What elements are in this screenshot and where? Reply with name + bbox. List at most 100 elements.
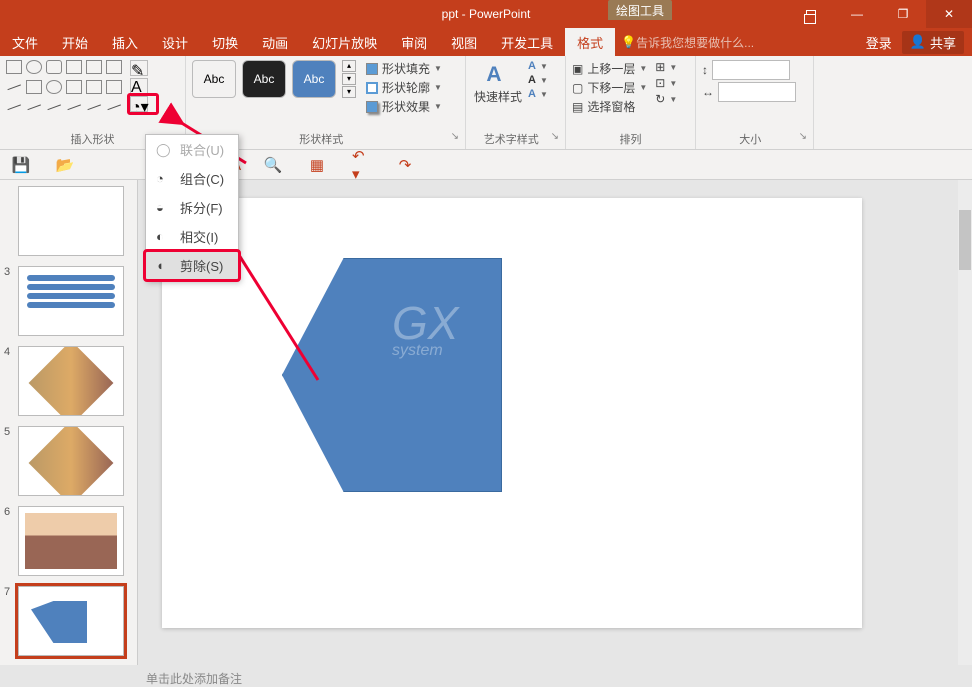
shape-gallery[interactable] xyxy=(6,60,124,118)
slide-thumb-6[interactable] xyxy=(18,506,124,576)
tab-animation[interactable]: 动画 xyxy=(250,28,300,56)
text-fill-button[interactable]: A▼ xyxy=(528,60,548,72)
shape-connector1-icon[interactable] xyxy=(5,98,21,110)
slide-thumb-7[interactable] xyxy=(18,586,124,656)
slide-thumbnail-panel[interactable]: 3 4 5 6 7 xyxy=(0,180,138,665)
shape-outline-label: 形状轮廓 xyxy=(382,79,430,96)
ribbon-options-button[interactable] xyxy=(788,0,834,28)
save-button[interactable]: 💾 xyxy=(12,156,30,174)
tell-me-search[interactable]: 💡 告诉我您想要做什么... xyxy=(621,34,754,51)
style-scroll-down[interactable]: ▾ xyxy=(342,73,356,85)
share-button[interactable]: 👤 共享 xyxy=(902,31,964,54)
thumb-number: 6 xyxy=(4,506,14,576)
tab-review[interactable]: 审阅 xyxy=(389,28,439,56)
shape-circle-icon[interactable] xyxy=(46,80,62,94)
tab-slideshow[interactable]: 幻灯片放映 xyxy=(300,28,389,56)
shape-outline-button[interactable]: 形状轮廓▼ xyxy=(366,79,442,96)
textbox-button[interactable]: A xyxy=(130,78,148,94)
shape-arrow-icon[interactable] xyxy=(66,80,82,94)
menu-combine[interactable]: ◔组合(C) xyxy=(146,164,238,193)
pentagon-shape[interactable] xyxy=(282,258,502,492)
tab-format[interactable]: 格式 xyxy=(565,28,615,56)
shape-rectangle-icon[interactable] xyxy=(6,60,22,74)
vertical-scrollbar[interactable] xyxy=(958,180,972,665)
rotate-button[interactable]: ↻▼ xyxy=(655,92,677,106)
restore-button[interactable]: ❐ xyxy=(880,0,926,28)
text-outline-button[interactable]: A▼ xyxy=(528,74,548,86)
slide-canvas-area[interactable]: GX system 单击此处添加备注 xyxy=(138,180,972,665)
zoom-button[interactable]: 🔍 xyxy=(264,156,282,174)
send-backward-button[interactable]: ▢下移一层▼ xyxy=(572,79,647,96)
shape-ellipse-icon[interactable] xyxy=(26,60,42,74)
tab-developer[interactable]: 开发工具 xyxy=(489,28,565,56)
tab-file[interactable]: 文件 xyxy=(0,28,50,56)
quick-styles-label: 快速样式 xyxy=(474,88,522,105)
shape-style-gallery[interactable]: Abc Abc Abc ▴ ▾ ▾ xyxy=(192,60,356,98)
slide-thumb-3[interactable] xyxy=(18,266,124,336)
minimize-button[interactable]: — xyxy=(834,0,880,28)
slide-thumb-1[interactable] xyxy=(18,186,124,256)
dialog-launcher[interactable]: ↘ xyxy=(551,131,559,142)
window-title: ppt - PowerPoint xyxy=(442,7,531,21)
shape-connector4-icon[interactable] xyxy=(65,98,81,110)
scrollbar-handle[interactable] xyxy=(959,210,971,270)
width-input[interactable] xyxy=(718,82,796,102)
group-button[interactable]: ⊡▼ xyxy=(655,76,677,90)
rotate-icon: ↻ xyxy=(655,92,665,106)
shape-connector3-icon[interactable] xyxy=(45,98,61,110)
shape-rect2-icon[interactable] xyxy=(26,80,42,94)
effects-icon xyxy=(366,101,378,113)
text-effects-button[interactable]: A▼ xyxy=(528,88,548,100)
shape-hexagon-icon[interactable] xyxy=(86,80,102,94)
send-backward-icon: ▢ xyxy=(572,81,583,95)
quick-styles-button[interactable]: A 快速样式 xyxy=(472,60,524,105)
undo-button[interactable]: ↶ ▾ xyxy=(352,156,370,174)
shape-callout-icon[interactable] xyxy=(106,80,122,94)
shape-connector5-icon[interactable] xyxy=(85,98,101,110)
dialog-launcher[interactable]: ↘ xyxy=(799,131,807,142)
menu-union[interactable]: ◯联合(U) xyxy=(146,135,238,164)
print-preview-button[interactable]: ▦ xyxy=(308,156,326,174)
redo-button[interactable]: ↷ xyxy=(396,156,414,174)
menu-subtract[interactable]: ◖ 剪除(S) xyxy=(146,251,238,280)
tab-transition[interactable]: 切换 xyxy=(200,28,250,56)
style-preset-1[interactable]: Abc xyxy=(192,60,236,98)
tab-design[interactable]: 设计 xyxy=(150,28,200,56)
edit-shape-button[interactable]: ✎ xyxy=(130,60,148,76)
selection-pane-button[interactable]: ▤选择窗格 xyxy=(572,98,647,115)
notes-placeholder[interactable]: 单击此处添加备注 xyxy=(146,670,242,687)
shape-fill-button[interactable]: 形状填充▼ xyxy=(366,60,442,77)
menu-intersect[interactable]: ◐相交(I) xyxy=(146,222,238,251)
svg-text:A: A xyxy=(486,63,501,86)
merge-shapes-button[interactable]: ◔▾ xyxy=(130,96,148,112)
style-scroll-up[interactable]: ▴ xyxy=(342,60,356,72)
style-preset-2[interactable]: Abc xyxy=(242,60,286,98)
height-input[interactable] xyxy=(712,60,790,80)
shape-effects-button[interactable]: 形状效果▼ xyxy=(366,98,442,115)
slide-thumb-5[interactable] xyxy=(18,426,124,496)
menu-fragment[interactable]: ◒拆分(F) xyxy=(146,193,238,222)
close-button[interactable]: ✕ xyxy=(926,0,972,28)
shape-connector2-icon[interactable] xyxy=(25,98,41,110)
shape-trapezoid-icon[interactable] xyxy=(66,60,82,74)
slide[interactable]: GX system xyxy=(162,198,862,628)
tab-view[interactable]: 视图 xyxy=(439,28,489,56)
dialog-launcher[interactable]: ↘ xyxy=(451,131,459,142)
group-size: ↕ ↔ 大小↘ xyxy=(696,56,814,149)
tab-home[interactable]: 开始 xyxy=(50,28,100,56)
login-link[interactable]: 登录 xyxy=(866,33,892,52)
slide-thumb-4[interactable] xyxy=(18,346,124,416)
group-wordart-styles: A 快速样式 A▼ A▼ A▼ 艺术字样式↘ xyxy=(466,56,566,149)
align-button[interactable]: ⊞▼ xyxy=(655,60,677,74)
bring-forward-button[interactable]: ▣上移一层▼ xyxy=(572,60,647,77)
open-button[interactable]: 📂 xyxy=(56,156,74,174)
shape-rounded-rect-icon[interactable] xyxy=(46,60,62,74)
shape-gallery-side: ✎ A ◔▾ xyxy=(130,60,148,112)
tab-insert[interactable]: 插入 xyxy=(100,28,150,56)
style-more[interactable]: ▾ xyxy=(342,86,356,98)
shape-cylinder-icon[interactable] xyxy=(86,60,102,74)
shape-connector6-icon[interactable] xyxy=(105,98,121,110)
shape-triangle-icon[interactable] xyxy=(106,60,122,74)
shape-line-icon[interactable] xyxy=(5,78,21,90)
style-preset-3[interactable]: Abc xyxy=(292,60,336,98)
